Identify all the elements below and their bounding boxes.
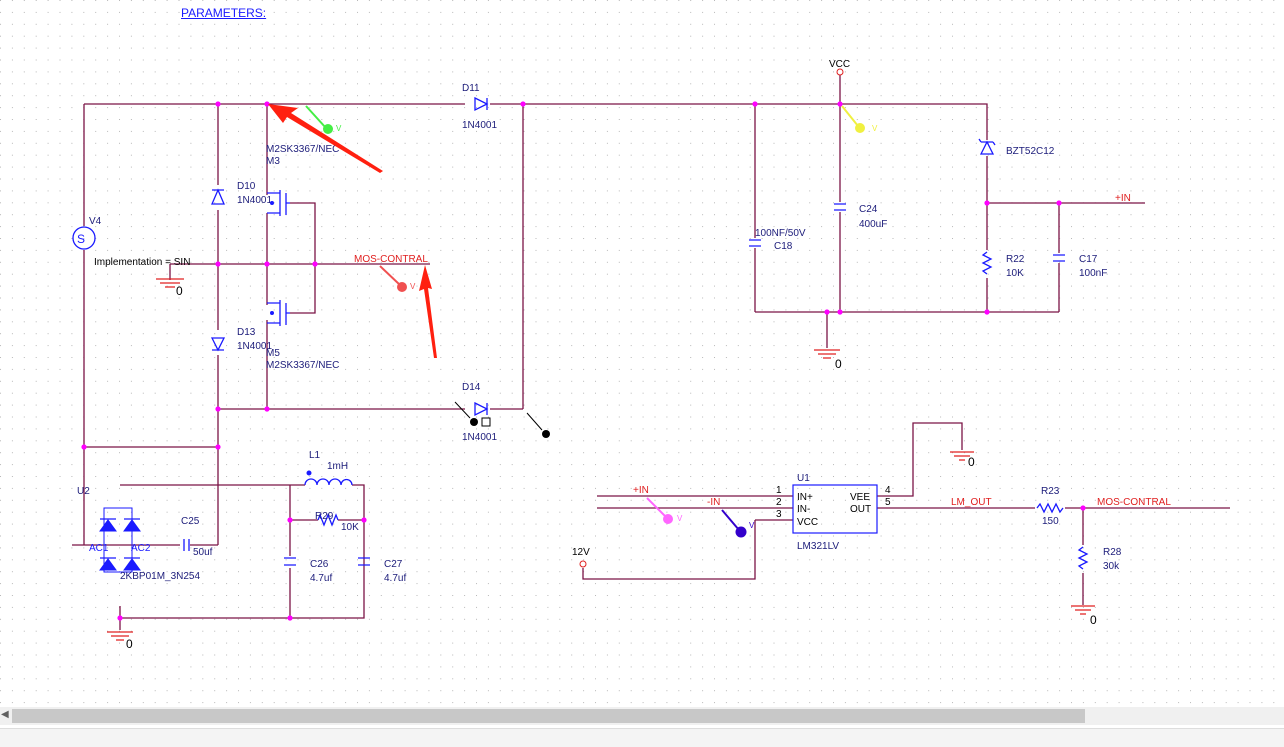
d10-value: 1N4001 xyxy=(237,195,272,206)
u1-pin-number: 5 xyxy=(885,497,891,508)
m5-ref: M5 xyxy=(266,348,280,359)
u2-ref: U2 xyxy=(77,486,90,497)
m3-value: M2SK3367/NEC xyxy=(266,144,339,155)
ground-label: 0 xyxy=(835,357,842,371)
u1-value: LM321LV xyxy=(797,541,839,552)
ground-label: 0 xyxy=(126,637,133,651)
u1-pin-number: 1 xyxy=(776,485,782,496)
c25-value: 50uf xyxy=(193,547,213,558)
r23-value: 150 xyxy=(1042,516,1059,527)
d10-ref: D10 xyxy=(237,181,256,192)
vcc-label: VCC xyxy=(829,59,850,70)
c25-ref: C25 xyxy=(181,516,200,527)
scrollbar-thumb[interactable] xyxy=(12,709,1085,723)
net-label-lm-out: LM_OUT xyxy=(951,497,992,508)
u1-ref: U1 xyxy=(797,473,810,484)
probe-label: V xyxy=(410,282,416,291)
status-strip xyxy=(0,728,1284,747)
m5-value: M2SK3367/NEC xyxy=(266,360,339,371)
c17-value: 100nF xyxy=(1079,268,1107,279)
probe-label: V xyxy=(336,124,342,133)
scroll-left-arrow-icon[interactable]: ◀ xyxy=(1,709,9,720)
c24-value: 400uF xyxy=(859,219,887,230)
m3-ref: M3 xyxy=(266,156,280,167)
parameters-label[interactable]: PARAMETERS: xyxy=(181,6,266,20)
ground-label: 0 xyxy=(176,284,183,298)
zener-value: BZT52C12 xyxy=(1006,146,1055,157)
ground-label: 0 xyxy=(968,455,975,469)
probe-label: V xyxy=(677,514,683,523)
r22-ref: R22 xyxy=(1006,254,1025,265)
horizontal-scrollbar[interactable]: ◀ xyxy=(0,707,1284,725)
u2-value: 2KBP01M_3N254 xyxy=(120,571,200,582)
c26-ref: C26 xyxy=(310,559,329,570)
net-label-mos-contral: MOS-CONTRAL xyxy=(354,254,428,265)
r23-ref: R23 xyxy=(1041,486,1060,497)
d14-ref: D14 xyxy=(462,382,481,393)
d11-ref: D11 xyxy=(462,83,480,94)
c18-ref: C18 xyxy=(774,241,793,252)
c26-value: 4.7uf xyxy=(310,573,332,584)
ground-label: 0 xyxy=(1090,613,1097,627)
grid xyxy=(0,0,1284,706)
u1-pin-name: IN+ xyxy=(797,492,813,503)
u2-pin-ac1: AC1 xyxy=(89,543,109,554)
net-label-mos-contral: MOS-CONTRAL xyxy=(1097,497,1171,508)
r28-ref: R28 xyxy=(1103,547,1122,558)
r29-ref: R29 xyxy=(315,511,334,522)
port-12v-label: 12V xyxy=(572,547,590,558)
l1-ref: L1 xyxy=(309,450,321,461)
probe-label: V xyxy=(872,124,878,133)
probe-label: V xyxy=(749,521,755,530)
u1-pin-name: VCC xyxy=(797,517,818,528)
v4-implementation: Implementation = SIN xyxy=(94,257,190,268)
c18-value: 100NF/50V xyxy=(755,228,806,239)
net-label-plus-in: +IN xyxy=(633,485,649,496)
u1-pin-name: IN- xyxy=(797,504,810,515)
d11-value: 1N4001 xyxy=(462,120,497,131)
net-label-minus-in: -IN xyxy=(707,497,720,508)
u1-pin-name: VEE xyxy=(850,492,870,503)
r28-value: 30k xyxy=(1103,561,1120,572)
u2-pin-ac2: AC2 xyxy=(131,543,151,554)
l1-value: 1mH xyxy=(327,461,348,472)
r29-value: 10K xyxy=(341,522,359,533)
u1-pin-name: OUT xyxy=(850,504,871,515)
net-label-plus-in: +IN xyxy=(1115,193,1131,204)
c24-ref: C24 xyxy=(859,204,878,215)
r22-value: 10K xyxy=(1006,268,1024,279)
d13-ref: D13 xyxy=(237,327,256,338)
c27-value: 4.7uf xyxy=(384,573,406,584)
v4-glyph: S xyxy=(77,232,85,246)
u1-pin-number: 3 xyxy=(776,509,782,520)
u1-pin-number: 4 xyxy=(885,485,891,496)
schematic-canvas[interactable]: S V4 Implementation = SIN 0 D10 1N4001 D… xyxy=(0,0,1284,706)
c17-ref: C17 xyxy=(1079,254,1098,265)
c27-ref: C27 xyxy=(384,559,403,570)
u1-pin-number: 2 xyxy=(776,497,782,508)
d14-value: 1N4001 xyxy=(462,432,497,443)
v4-ref: V4 xyxy=(89,216,102,227)
